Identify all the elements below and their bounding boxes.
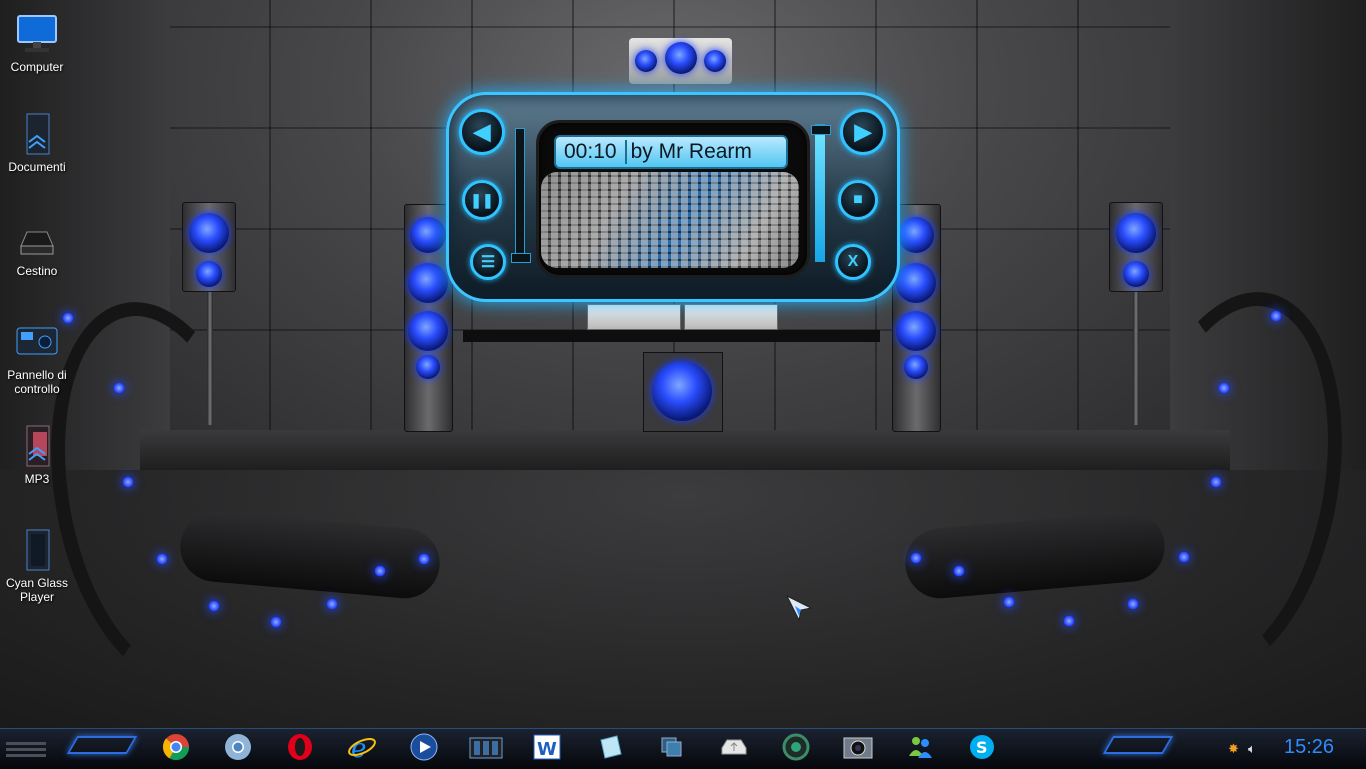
speaker-stand-right bbox=[1133, 290, 1139, 425]
taskbar-app-camera[interactable] bbox=[840, 731, 876, 763]
visualizer-display bbox=[541, 172, 799, 268]
taskbar-app-word[interactable]: W bbox=[531, 731, 563, 763]
messenger-icon bbox=[909, 737, 932, 758]
stop-button[interactable]: ■ bbox=[838, 180, 878, 220]
menu-button[interactable]: ☰ bbox=[470, 244, 506, 280]
documents-folder-icon bbox=[15, 112, 59, 156]
taskbar-app-messenger[interactable] bbox=[904, 731, 936, 763]
desktop-icon-label: Documenti bbox=[8, 160, 66, 174]
windows-explorer-icon bbox=[661, 737, 682, 757]
track-title: by Mr Rearm bbox=[630, 140, 752, 163]
menu-icon: ☰ bbox=[480, 254, 496, 271]
taskbar-app-usb-drive[interactable] bbox=[718, 731, 750, 763]
taskbar-app-chrome[interactable] bbox=[160, 731, 192, 763]
cyan-glass-player-icon bbox=[15, 528, 59, 572]
volume-slider-thumb[interactable] bbox=[811, 125, 831, 135]
usb-drive-icon bbox=[721, 739, 747, 755]
taskbar-app-notes[interactable] bbox=[594, 731, 626, 763]
next-button[interactable]: ▶ bbox=[840, 109, 886, 155]
seek-slider[interactable] bbox=[511, 128, 531, 263]
taskbar-decoration-right bbox=[1102, 736, 1174, 754]
word-icon: W bbox=[533, 734, 561, 760]
monitor-icon bbox=[15, 12, 59, 56]
pause-icon: ❚❚ bbox=[470, 191, 494, 208]
desktop-icon-label: Pannello di controllo bbox=[7, 368, 67, 396]
stage bbox=[140, 430, 1230, 475]
svg-text:e: e bbox=[351, 734, 366, 762]
notes-icon bbox=[600, 735, 622, 759]
internet-explorer-icon: e bbox=[348, 734, 376, 762]
desktop-icon-pannello-di-controllo[interactable]: Pannello di controllo bbox=[0, 320, 74, 396]
seek-slider-thumb[interactable] bbox=[511, 253, 531, 263]
volume-slider[interactable] bbox=[811, 124, 831, 262]
elapsed-time: 00:10 bbox=[556, 140, 627, 164]
desktop-icon-label: Computer bbox=[10, 60, 64, 74]
chrome-icon bbox=[162, 734, 190, 761]
svg-text:W: W bbox=[537, 739, 557, 760]
mouse-pointer-icon bbox=[785, 594, 813, 627]
taskbar-app-internet-explorer[interactable]: e bbox=[346, 731, 378, 763]
taskbar-app-film[interactable] bbox=[466, 731, 506, 763]
volume-icon[interactable]: 🔈︎ bbox=[1248, 741, 1256, 757]
desktop-icon-computer[interactable]: Computer bbox=[0, 12, 74, 74]
av-shelf bbox=[463, 330, 880, 342]
volume-slider-fill bbox=[815, 129, 825, 261]
control-panel-icon bbox=[15, 320, 59, 364]
taskbar-app-opera[interactable] bbox=[284, 731, 316, 763]
taskbar-app-chromium[interactable] bbox=[222, 731, 254, 763]
speaker-right-satellite bbox=[1109, 202, 1163, 292]
stop-icon: ■ bbox=[853, 191, 863, 208]
desktop-icon-label: MP3 bbox=[24, 472, 50, 486]
taskbar-app-windows-explorer[interactable] bbox=[657, 731, 689, 763]
network-activity-icon[interactable]: ✸ bbox=[1228, 741, 1239, 757]
taskbar-decoration-left bbox=[66, 736, 138, 754]
desktop-icon-mp3[interactable]: MP3 bbox=[0, 424, 74, 486]
taskbar-app-media-player[interactable] bbox=[408, 731, 440, 763]
recycle-bin-icon bbox=[15, 216, 59, 260]
start-menu-icon bbox=[6, 742, 46, 757]
track-info-display: 00:10 by Mr Rearm bbox=[554, 135, 788, 169]
film-icon bbox=[469, 737, 503, 759]
desktop-icon-label: Cestino bbox=[16, 264, 58, 278]
camera-icon bbox=[843, 737, 873, 759]
taskbar-clock[interactable]: 15:26 bbox=[1284, 736, 1334, 759]
speaker-left-satellite bbox=[182, 202, 236, 292]
desktop-icon-documenti[interactable]: Documenti bbox=[0, 112, 74, 174]
previous-button[interactable]: ◀ bbox=[459, 109, 505, 155]
taskbar-app-skype[interactable]: S bbox=[966, 731, 998, 763]
desktop-icon-label: Cyan Glass Player bbox=[5, 576, 69, 604]
start-button[interactable] bbox=[0, 734, 58, 764]
close-icon: X bbox=[847, 253, 859, 270]
close-button[interactable]: X bbox=[835, 244, 871, 280]
desktop-icon-cestino[interactable]: Cestino bbox=[0, 216, 74, 278]
pause-button[interactable]: ❚❚ bbox=[462, 180, 502, 220]
desktop-icon-cyan-glass-player[interactable]: Cyan Glass Player bbox=[0, 528, 74, 604]
subwoofer bbox=[643, 352, 723, 432]
amplifier-unit bbox=[684, 304, 778, 330]
mp3-folder-icon bbox=[15, 424, 59, 468]
taskbar-app-gear[interactable] bbox=[780, 731, 812, 763]
projector bbox=[629, 38, 732, 84]
chromium-icon bbox=[225, 734, 251, 760]
next-icon: ▶ bbox=[854, 119, 872, 144]
receiver-unit bbox=[587, 304, 681, 330]
svg-text:S: S bbox=[976, 738, 988, 757]
media-player-icon bbox=[410, 733, 438, 761]
gear-app-icon bbox=[782, 733, 810, 761]
previous-icon: ◀ bbox=[473, 119, 491, 144]
opera-icon bbox=[288, 734, 312, 760]
skype-icon: S bbox=[970, 735, 994, 759]
